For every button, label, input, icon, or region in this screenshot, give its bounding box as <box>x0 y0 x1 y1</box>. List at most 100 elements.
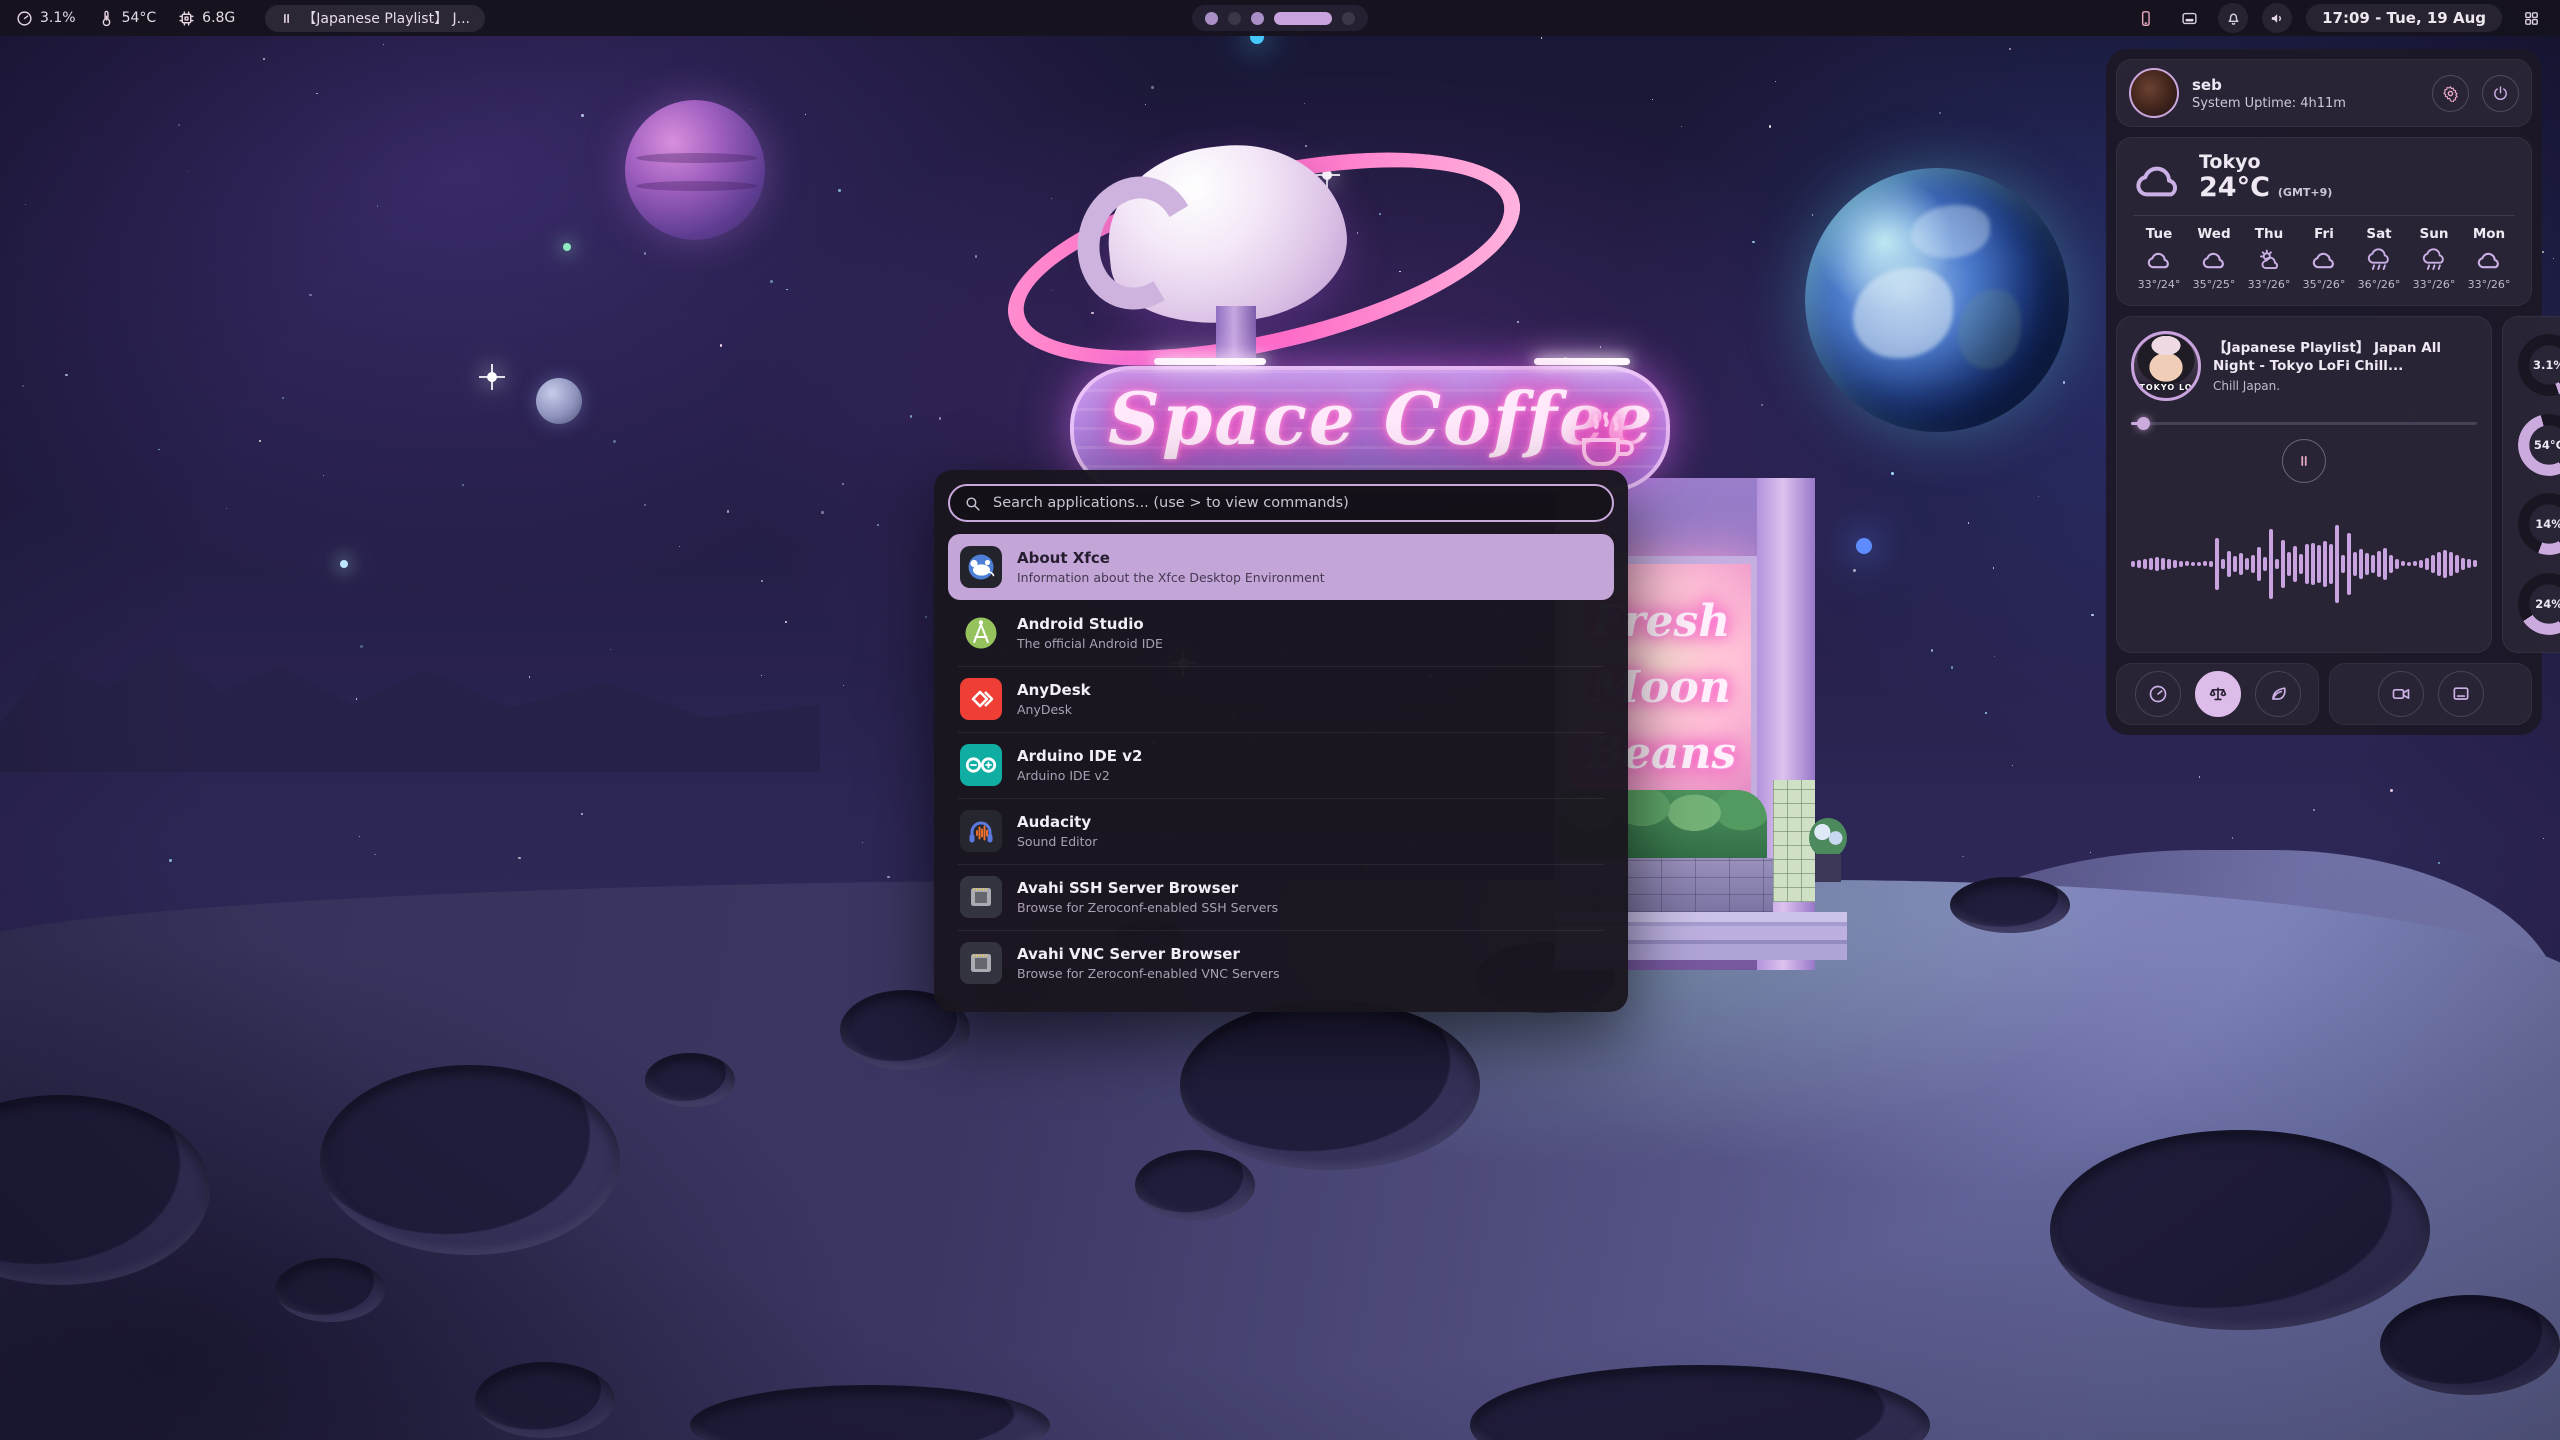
app-row-avahi-ssh-server-browser[interactable]: Avahi SSH Server Browser Browse for Zero… <box>948 864 1614 930</box>
visualizer-bar <box>2323 541 2327 587</box>
visualizer-bar <box>2257 547 2261 581</box>
forecast-day-sat: Sat 36°/26° <box>2353 226 2405 291</box>
power-icon[interactable] <box>2482 75 2519 112</box>
avahi-app-icon <box>960 876 1002 918</box>
workspace-dot-4[interactable] <box>1274 12 1332 25</box>
star <box>1769 125 1772 128</box>
screenshot-icon[interactable] <box>2438 671 2484 717</box>
visualizer-bar <box>2335 525 2339 603</box>
star <box>282 397 284 399</box>
bright-star <box>1856 538 1872 554</box>
search-input[interactable] <box>991 494 1598 512</box>
star <box>1853 569 1856 572</box>
visualizer-bar <box>2443 550 2447 578</box>
phone-link-icon[interactable] <box>2130 3 2160 33</box>
audacity-app-icon <box>960 810 1002 852</box>
visualizer-bar <box>2203 561 2207 566</box>
visualizer-bar <box>2191 562 2195 566</box>
star <box>25 204 26 205</box>
volume-icon[interactable] <box>2262 3 2292 33</box>
star <box>263 58 265 60</box>
workspace-dot-2[interactable] <box>1228 12 1241 25</box>
star <box>2038 496 2039 497</box>
star <box>1994 656 1995 657</box>
sign-light <box>1534 358 1630 365</box>
bright-star <box>487 372 497 382</box>
workspace-indicator[interactable] <box>1192 5 1368 31</box>
system-stats: 3.1%54°C6.8G <box>16 10 235 27</box>
app-row-audacity[interactable]: Audacity Sound Editor <box>948 798 1614 864</box>
flower-pot <box>1811 818 1845 882</box>
visualizer-bar <box>2377 551 2381 577</box>
visualizer-bar <box>2467 559 2471 568</box>
forecast-day-label: Tue <box>2146 226 2173 242</box>
power-saver-mode-icon[interactable] <box>2255 671 2301 717</box>
screen-record-icon[interactable] <box>2378 671 2424 717</box>
forecast-temps: 33°/26° <box>2468 278 2511 291</box>
search-bar[interactable] <box>948 484 1614 522</box>
cloud-weather-icon <box>2146 248 2173 272</box>
cloud-weather-icon <box>2311 248 2338 272</box>
app-name: Arduino IDE v2 <box>1017 747 1143 765</box>
forecast-temps: 36°/26° <box>2358 278 2401 291</box>
app-row-android-studio[interactable]: Android Studio The official Android IDE <box>948 600 1614 666</box>
search-icon <box>964 495 981 512</box>
cloud-weather-icon <box>2476 248 2503 272</box>
workspace-dot-1[interactable] <box>1205 12 1218 25</box>
star <box>581 813 583 815</box>
app-grid-icon[interactable] <box>2516 3 2546 33</box>
settings-gear-icon[interactable] <box>2432 75 2469 112</box>
notifications-bell-icon[interactable] <box>2218 3 2248 33</box>
star <box>727 510 730 513</box>
forecast-day-wed: Wed 35°/25° <box>2188 226 2240 291</box>
star <box>187 171 189 173</box>
star <box>644 252 646 254</box>
star <box>2009 48 2011 50</box>
clock[interactable]: 17:09 - Tue, 19 Aug <box>2306 4 2502 32</box>
system-gauges-card: 3.1% 54°C 14% 24% <box>2502 316 2560 653</box>
app-description: Arduino IDE v2 <box>1017 768 1143 783</box>
visualizer-bar <box>2353 552 2357 576</box>
topbar-right-group: 17:09 - Tue, 19 Aug <box>2130 3 2560 33</box>
star <box>613 440 616 443</box>
star <box>383 44 384 45</box>
visualizer-bar <box>2455 555 2459 573</box>
star <box>1775 81 1776 82</box>
visualizer-bar <box>2407 562 2411 566</box>
pause-button[interactable] <box>2282 439 2326 483</box>
music-progress-bar[interactable] <box>2131 417 2477 429</box>
avatar <box>2129 68 2179 118</box>
star <box>1993 567 1995 569</box>
music-title: 【Japanese Playlist】 Japan All Night - To… <box>2213 339 2477 375</box>
balanced-mode-icon[interactable] <box>2195 671 2241 717</box>
visualizer-bar <box>2389 555 2393 573</box>
workspace-dot-3[interactable] <box>1251 12 1264 25</box>
app-launcher: About Xfce Information about the Xfce De… <box>934 470 1628 1012</box>
weather-city: Tokyo <box>2199 152 2332 172</box>
workspace-dot-5[interactable] <box>1342 12 1355 25</box>
stat-value: 54°C <box>122 10 157 26</box>
app-description: Browse for Zeroconf-enabled SSH Servers <box>1017 900 1278 915</box>
app-row-anydesk[interactable]: AnyDesk AnyDesk <box>948 666 1614 732</box>
display-icon[interactable] <box>2174 3 2204 33</box>
app-row-arduino-ide-v2[interactable]: Arduino IDE v2 Arduino IDE v2 <box>948 732 1614 798</box>
gauge-value: 3.1% <box>2518 334 2560 396</box>
visualizer-bar <box>2359 549 2363 579</box>
star <box>1812 214 1813 215</box>
star <box>2199 776 2201 778</box>
app-row-avahi-vnc-server-browser[interactable]: Avahi VNC Server Browser Browse for Zero… <box>948 930 1614 996</box>
crater <box>1135 1150 1255 1220</box>
performance-mode-icon[interactable] <box>2135 671 2181 717</box>
star <box>178 124 180 126</box>
star <box>610 649 611 650</box>
media-player-pill[interactable]: 【Japanese Playlist】 J... <box>265 5 485 32</box>
forecast-temps: 33°/26° <box>2248 278 2291 291</box>
app-row-about-xfce[interactable]: About Xfce Information about the Xfce De… <box>948 534 1614 600</box>
visualizer-bar <box>2149 558 2153 570</box>
forecast-temps: 33°/24° <box>2138 278 2181 291</box>
star <box>1891 472 1894 475</box>
crater <box>2050 1130 2430 1330</box>
star <box>1600 346 1601 347</box>
star <box>842 483 844 485</box>
star <box>1652 99 1653 100</box>
